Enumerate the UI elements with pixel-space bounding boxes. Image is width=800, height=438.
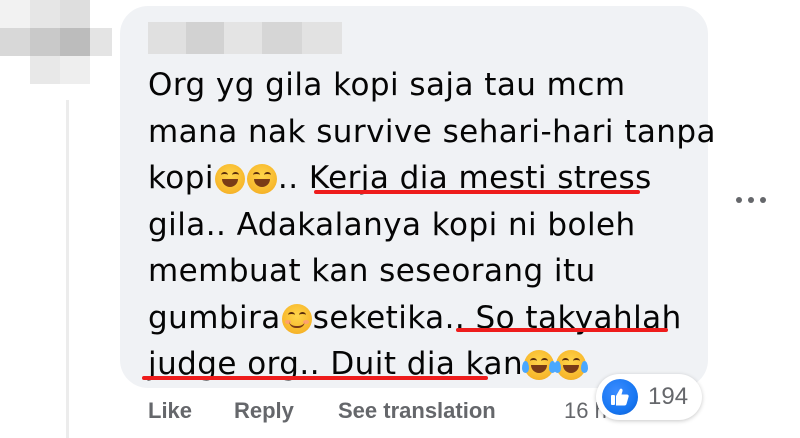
name-pixel bbox=[224, 22, 262, 54]
face-with-tears-of-joy-icon bbox=[554, 350, 589, 380]
comment-line: Org yg gila kopi saja tau mcm bbox=[148, 62, 696, 109]
comment-line: membuat kan seseorang itu bbox=[148, 248, 696, 295]
thumbs-up-icon bbox=[602, 379, 638, 415]
more-options-icon[interactable] bbox=[736, 193, 766, 207]
comment-line-text: membuat kan seseorang itu bbox=[148, 253, 596, 289]
comment-line: kopi.. Kerja dia mesti stress bbox=[148, 155, 696, 202]
avatar-pixel bbox=[30, 28, 60, 56]
red-underline bbox=[456, 328, 668, 332]
reaction-summary[interactable]: 194 bbox=[596, 374, 702, 420]
avatar-pixel bbox=[60, 0, 90, 28]
like-action[interactable]: Like bbox=[148, 398, 192, 424]
name-pixel bbox=[148, 22, 186, 54]
avatar-pixel bbox=[60, 56, 90, 84]
author-name-blurred[interactable] bbox=[148, 22, 342, 54]
see-translation-action[interactable]: See translation bbox=[338, 398, 496, 424]
comment-text: Org yg gila kopi saja tau mcm mana nak s… bbox=[148, 62, 716, 388]
avatar-pixel bbox=[0, 0, 30, 28]
comment-line: gila.. Adakalanya kopi ni boleh bbox=[148, 202, 696, 249]
avatar-pixel bbox=[30, 56, 60, 84]
avatar-pixel bbox=[0, 28, 30, 56]
smiling-face-icon bbox=[281, 303, 312, 334]
reply-action[interactable]: Reply bbox=[234, 398, 294, 424]
comment-line-text: gila.. Adakalanya kopi ni boleh bbox=[148, 206, 636, 243]
comment-line-text: seketika.. bbox=[312, 299, 476, 336]
comment-line: gumbira seketika.. So takyahlah bbox=[148, 295, 696, 342]
comment-line: mana nak survive sehari-hari tanpa bbox=[148, 109, 716, 156]
face-with-tears-of-joy-icon bbox=[522, 350, 557, 380]
red-underline bbox=[314, 190, 640, 194]
grinning-squinting-face-icon bbox=[246, 164, 277, 194]
comment-line-text: .. bbox=[277, 160, 309, 196]
name-pixel bbox=[186, 22, 224, 54]
avatar-pixel bbox=[60, 28, 90, 56]
comment-line-text: Org yg gila kopi saja tau mcm bbox=[148, 67, 626, 103]
comment-line-text: gumbira bbox=[148, 299, 281, 336]
avatar-pixel bbox=[90, 28, 112, 56]
comment-line-text: mana nak survive sehari-hari tanpa bbox=[148, 113, 716, 150]
reaction-count: 194 bbox=[648, 383, 689, 410]
avatar-pixel bbox=[30, 0, 60, 28]
thread-line bbox=[66, 100, 69, 438]
name-pixel bbox=[262, 22, 302, 54]
avatar-blurred[interactable] bbox=[0, 0, 112, 86]
name-pixel bbox=[302, 22, 342, 54]
red-underline bbox=[142, 376, 488, 380]
grinning-squinting-face-icon bbox=[214, 164, 245, 194]
comment-line-text: kopi bbox=[148, 160, 214, 196]
